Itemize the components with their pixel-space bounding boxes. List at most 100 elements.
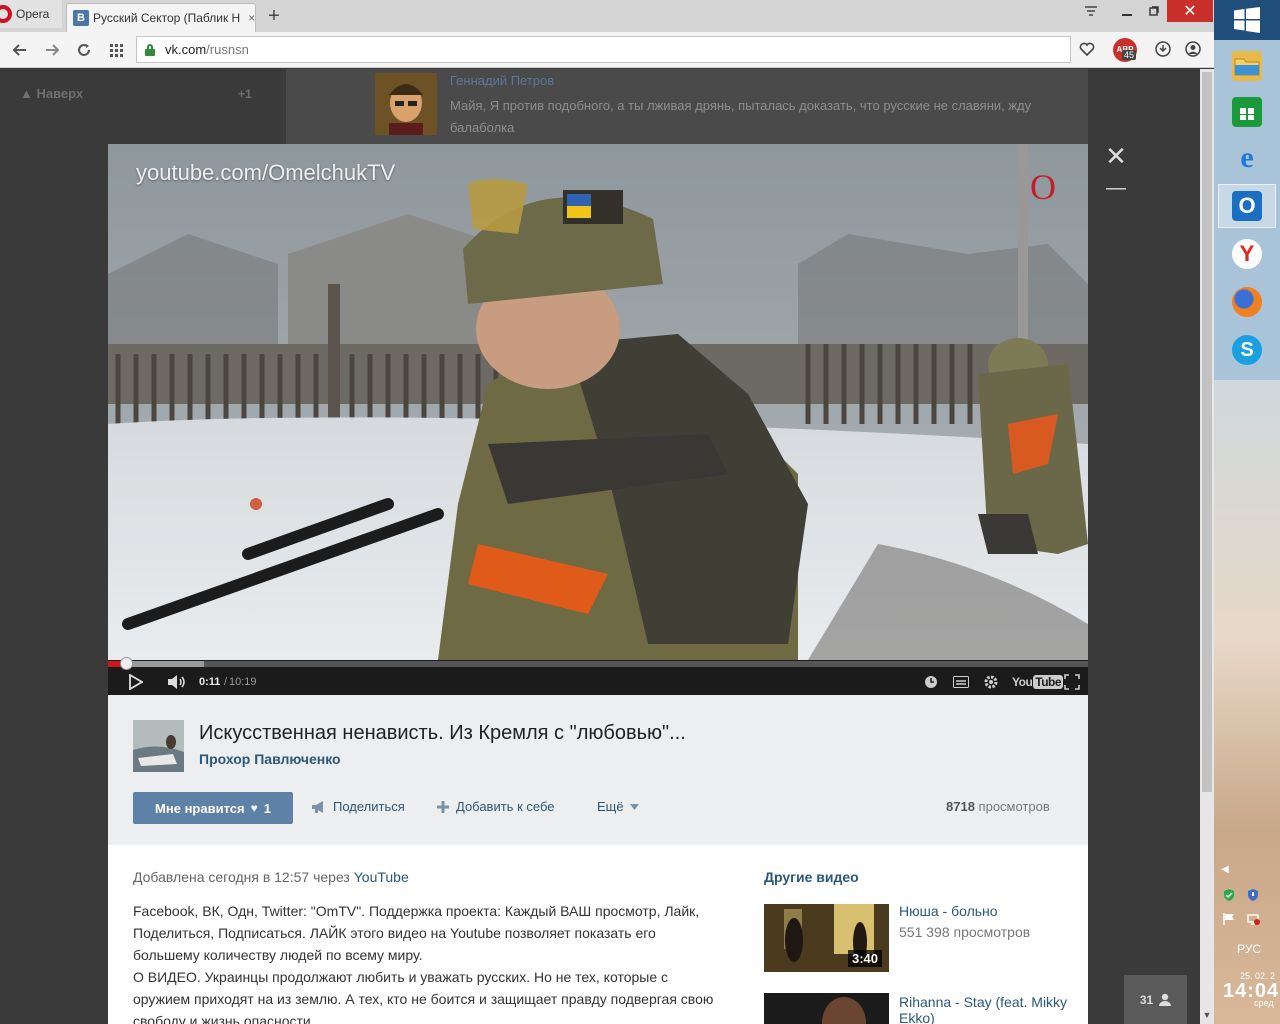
author-name-link[interactable]: Прохор Павлюченко xyxy=(199,751,341,767)
share-button[interactable]: Поделиться xyxy=(311,799,405,814)
opera-logo-icon xyxy=(0,5,12,23)
windows-logo-icon[interactable] xyxy=(1214,0,1280,40)
taskbar-internet-explorer[interactable]: e xyxy=(1218,136,1276,180)
channel-logo: O xyxy=(1030,167,1056,207)
comment-author[interactable]: Геннадий Петров xyxy=(450,73,554,88)
view-count-label: просмотров xyxy=(978,799,1050,814)
friends-online-button[interactable]: 31 xyxy=(1124,975,1187,1024)
video-description: Facebook, ВК, Одн, Twitter: "OmTV". Подд… xyxy=(133,903,714,1024)
reload-icon[interactable] xyxy=(72,38,96,62)
play-icon[interactable] xyxy=(126,672,146,692)
folder-icon xyxy=(1232,51,1262,81)
related-video-title[interactable]: Rihanna - Stay (feat. Mikky Ekko) xyxy=(899,994,1069,1024)
minimize-icon[interactable] xyxy=(1112,0,1142,22)
taskbar-explorer[interactable] xyxy=(1218,44,1276,88)
taskbar-yandex[interactable]: Y xyxy=(1218,232,1276,276)
address-bar[interactable]: vk.com/rusnsn xyxy=(136,36,1071,63)
current-time: 0:11 xyxy=(199,676,221,688)
comment-avatar[interactable] xyxy=(375,73,437,135)
browser-tab[interactable]: В Русский Сектор (Паблик Н × xyxy=(66,3,256,32)
like-count: 1 xyxy=(263,800,271,816)
minimize-viewer-icon[interactable]: — xyxy=(1104,177,1128,199)
comment-text: Майя, Я против подобного, а ты лживая др… xyxy=(450,98,1032,135)
tray-expand-icon[interactable]: ◀ xyxy=(1221,864,1229,875)
author-avatar[interactable] xyxy=(133,720,184,772)
scroll-to-top-link[interactable]: ▲ Наверх xyxy=(20,86,83,101)
video-frame[interactable] xyxy=(108,144,1088,660)
added-prefix: Добавлена сегодня в 12:57 через xyxy=(133,869,350,885)
scroll-down-icon[interactable]: ▼ xyxy=(1200,1008,1214,1022)
more-button[interactable]: Ещё xyxy=(597,799,639,814)
related-video-duration: 3:40 xyxy=(848,950,883,967)
taskbar-weekday: сред xyxy=(1254,998,1274,1008)
tab-title: Русский Сектор (Паблик Н xyxy=(93,11,241,25)
more-label: Ещё xyxy=(597,799,624,814)
other-videos-heading[interactable]: Другие видео xyxy=(764,869,859,885)
speed-dial-icon[interactable] xyxy=(104,38,128,62)
opera-menu-button[interactable]: Opera xyxy=(0,0,62,28)
heart-icon: ♥ xyxy=(250,801,258,815)
progress-handle[interactable] xyxy=(120,657,133,670)
youtube-logo[interactable]: You Tube xyxy=(1012,672,1064,692)
related-video-title[interactable]: Нюша - больно xyxy=(899,903,998,919)
maximize-icon[interactable] xyxy=(1140,0,1168,22)
security-shield-icon[interactable] xyxy=(1222,888,1236,902)
added-source-link[interactable]: YouTube xyxy=(354,869,409,885)
add-label: Добавить к себе xyxy=(456,799,555,814)
progress-track[interactable] xyxy=(108,661,1088,667)
close-viewer-icon[interactable]: ✕ xyxy=(1104,141,1128,171)
tab-menu-icon[interactable] xyxy=(1078,0,1104,22)
taskbar-opera[interactable]: O xyxy=(1218,184,1276,228)
action-center-icon[interactable] xyxy=(1246,888,1260,902)
skype-icon: S xyxy=(1232,335,1262,365)
like-label: Мне нравится xyxy=(155,800,245,816)
network-icon[interactable] xyxy=(1246,912,1260,926)
scrollbar-thumb[interactable] xyxy=(1202,72,1212,792)
account-icon[interactable] xyxy=(1182,38,1204,60)
firefox-icon xyxy=(1232,287,1262,317)
fullscreen-icon[interactable] xyxy=(1062,672,1082,692)
add-to-my-videos-button[interactable]: Добавить к себе xyxy=(436,799,554,814)
download-icon[interactable] xyxy=(1152,38,1174,60)
close-icon[interactable]: ✕ xyxy=(1167,0,1213,22)
volume-icon[interactable] xyxy=(166,672,188,692)
video-still-image xyxy=(108,144,1088,660)
yandex-browser-icon: Y xyxy=(1232,239,1262,269)
duration: 10:19 xyxy=(229,676,257,688)
new-tab-icon[interactable]: + xyxy=(262,4,286,28)
heart-icon[interactable] xyxy=(1076,38,1098,60)
flag-icon[interactable] xyxy=(1222,912,1236,926)
store-icon xyxy=(1232,97,1262,127)
url-path: /rusnsn xyxy=(206,42,249,57)
up-count: +1 xyxy=(238,87,252,101)
related-video-thumbnail[interactable] xyxy=(764,993,889,1024)
friends-online-count: 31 xyxy=(1139,992,1154,1007)
vk-favicon-icon: В xyxy=(73,10,89,26)
view-count: 8718 просмотров xyxy=(946,799,1050,814)
back-icon[interactable] xyxy=(8,38,32,62)
like-button[interactable]: Мне нравится ♥ 1 xyxy=(133,792,293,824)
settings-icon[interactable] xyxy=(981,672,1001,692)
video-title: Искусственная ненависть. Из Кремля с "лю… xyxy=(199,722,686,744)
chevron-down-icon xyxy=(629,803,639,810)
view-count-number: 8718 xyxy=(946,799,975,814)
up-arrow-icon: ▲ xyxy=(20,86,37,101)
taskbar-store[interactable] xyxy=(1218,90,1276,134)
share-icon xyxy=(311,800,327,814)
youtube-word: You xyxy=(1012,675,1033,689)
forward-icon[interactable] xyxy=(40,38,64,62)
up-label: Наверх xyxy=(36,86,84,101)
clock-icon[interactable] xyxy=(921,672,941,692)
language-indicator[interactable]: РУС xyxy=(1237,942,1261,956)
taskbar-firefox[interactable] xyxy=(1218,280,1276,324)
opera-icon: O xyxy=(1232,191,1262,221)
added-info: Добавлена сегодня в 12:57 через YouTube xyxy=(133,869,409,885)
adblock-count: 45 xyxy=(1122,50,1137,60)
time-separator: / xyxy=(224,676,228,688)
url-domain: vk.com xyxy=(165,42,207,57)
tab-close-icon[interactable]: × xyxy=(240,11,255,25)
captions-icon[interactable] xyxy=(951,672,971,692)
desktop-wallpaper xyxy=(1214,380,1280,1024)
internet-explorer-icon: e xyxy=(1240,141,1254,174)
taskbar-skype[interactable]: S xyxy=(1218,328,1276,372)
